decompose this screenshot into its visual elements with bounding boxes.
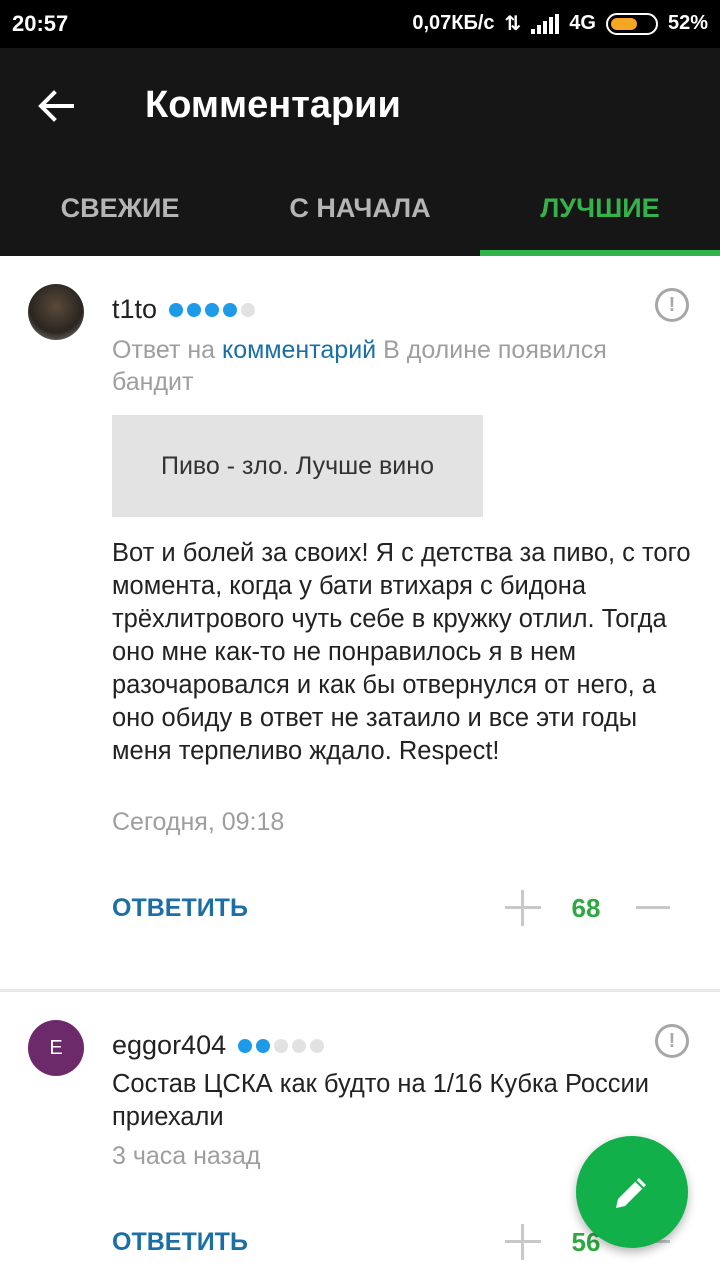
tab-bar: СВЕЖИЕ С НАЧАЛА ЛУЧШИЕ (0, 160, 720, 256)
tab-best[interactable]: ЛУЧШИЕ (480, 160, 720, 256)
author-name: eggor404 (112, 1030, 227, 1060)
comment-date: Сегодня, 09:18 (112, 808, 285, 836)
pencil-icon (616, 1178, 646, 1208)
signal-icon (531, 13, 560, 34)
battery-percent: 52% (667, 12, 708, 34)
write-comment-button[interactable] (576, 1136, 688, 1248)
avatar[interactable]: E (28, 1020, 84, 1076)
comment-author[interactable]: eggor404 (112, 1030, 325, 1061)
app-bar: Комментарии СВЕЖИЕ С НАЧАЛА ЛУЧШИЕ (0, 48, 720, 256)
comment-item: t1to ! Ответ на комментарий В долине поя… (0, 256, 720, 989)
status-time: 20:57 (12, 11, 69, 36)
comment-text: Вот и болей за своих! Я с детства за пив… (112, 539, 691, 765)
network-type: 4G (569, 12, 596, 34)
upvote-icon[interactable] (505, 1224, 541, 1260)
tab-fresh[interactable]: СВЕЖИЕ (0, 160, 240, 256)
comment-author[interactable]: t1to (112, 294, 256, 325)
network-speed: 0,07КБ/с (412, 12, 495, 34)
upvote-icon[interactable] (505, 890, 541, 926)
battery-icon (605, 12, 658, 35)
reply-link[interactable]: комментарий (222, 336, 376, 364)
quoted-comment[interactable]: Пиво - зло. Лучше вино (112, 415, 483, 517)
arrow-left-icon[interactable] (36, 86, 76, 126)
comment-score: 68 (571, 893, 601, 923)
tab-from-start[interactable]: С НАЧАЛА (240, 160, 480, 256)
avatar[interactable] (28, 284, 84, 340)
status-right: 0,07КБ/с ⇅ 4G 52% (412, 11, 708, 36)
reply-button[interactable]: ОТВЕТИТЬ (112, 894, 248, 923)
report-icon[interactable]: ! (655, 288, 689, 322)
user-level-dots (169, 302, 256, 317)
downvote-icon[interactable] (636, 906, 670, 909)
data-transfer-icon: ⇅ (504, 13, 522, 35)
reply-button[interactable]: ОТВЕТИТЬ (112, 1228, 248, 1257)
status-bar: 20:57 0,07КБ/с ⇅ 4G 52% (0, 0, 720, 48)
comment-date: 3 часа назад (112, 1142, 261, 1170)
reply-to-line: Ответ на комментарий В долине появился б… (112, 334, 692, 398)
author-name: t1to (112, 294, 158, 324)
reply-prefix: Ответ на (112, 336, 216, 364)
report-icon[interactable]: ! (655, 1024, 689, 1058)
page-title: Комментарии (145, 84, 401, 126)
user-level-dots (238, 1038, 325, 1053)
comment-text: Состав ЦСКА как будто на 1/16 Кубка Росс… (112, 1070, 650, 1131)
